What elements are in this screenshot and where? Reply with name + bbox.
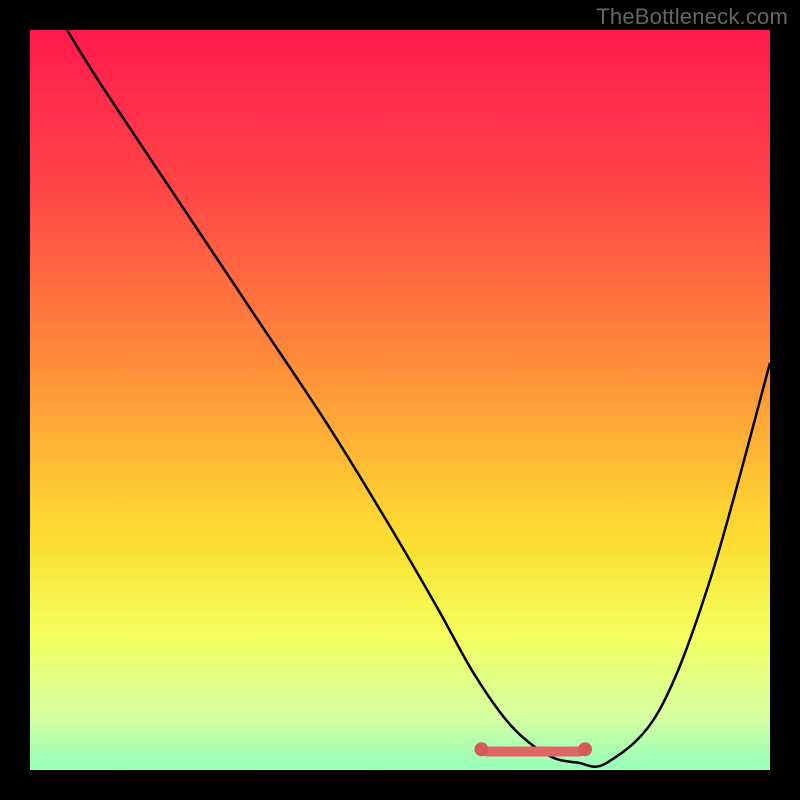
optimal-endpoint-dot: [474, 742, 488, 756]
optimal-endpoint-dot: [578, 742, 592, 756]
plot-area: [30, 30, 770, 770]
optimal-band: [481, 747, 585, 757]
fade-overlay: [30, 548, 770, 770]
watermark-label: TheBottleneck.com: [596, 4, 788, 30]
bottleneck-chart: [0, 0, 800, 800]
chart-container: TheBottleneck.com: [0, 0, 800, 800]
